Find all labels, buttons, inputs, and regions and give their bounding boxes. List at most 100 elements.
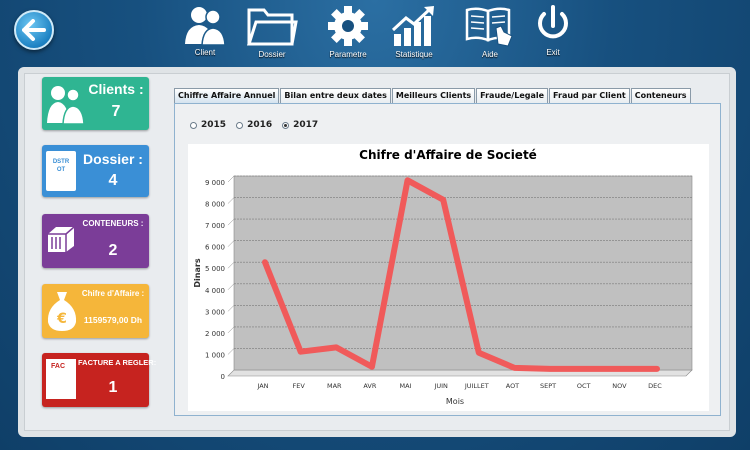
folder-icon [246,8,298,46]
y-tick-label: 3 000 [205,308,225,316]
y-tick-label: 8 000 [205,201,225,209]
grid-line-depth [227,218,235,226]
nav-exit-label: Exit [546,48,560,57]
tab-conteneurs[interactable]: Conteneurs [630,88,691,103]
card-clients-title: Clients : [88,81,144,97]
tab-chiffre-affaire-annuel[interactable]: Chiffre Affaire Annuel [174,88,280,103]
card-clients-value: 7 [111,103,121,120]
year-label: 2016 [247,120,273,130]
grid-line-depth [227,262,235,269]
card-dossier[interactable]: DSTR OT Dossier : 4 [42,145,149,197]
data-point [370,365,374,369]
year-radio-2017[interactable]: 2017 [282,120,318,130]
tab-bilan-deux-dates[interactable]: Bilan entre deux dates [280,88,391,103]
radio-dot-selected [282,121,290,129]
data-point [477,351,481,355]
x-tick-label: AVR [363,382,376,390]
user-group-icon [47,86,85,125]
card-dossier-title: Dossier : [83,151,143,167]
card-dossier-value: 4 [108,172,118,189]
nav-aide[interactable]: Aide [464,4,516,62]
nav-aide-label: Aide [481,50,498,59]
nav-parametre[interactable]: Parametre [326,4,370,62]
card-clients[interactable]: Clients : 7 [42,77,149,130]
x-tick-label: JUIN [433,382,448,390]
book-icon [465,7,513,47]
grid-line-depth [227,283,235,290]
grid-line-depth [227,305,235,312]
card-conteneurs-title: CONTENEURS : [82,219,144,228]
card-chiffre-value: 1159579,00 Dh [83,315,143,325]
nav-statistique-label: Statistique [395,50,433,59]
data-point [655,367,659,371]
grid-line-depth [227,348,235,355]
data-point [619,367,623,371]
chart-icon [391,6,434,46]
year-radio-2016[interactable]: 2016 [236,120,272,130]
nav-dossier[interactable]: Dossier [246,4,298,62]
x-tick-label: JUILLET [464,382,489,390]
gear-icon [328,6,368,46]
x-tick-label: FEV [292,382,305,390]
svg-text:€: € [56,311,67,327]
tab-fraude-legale[interactable]: Fraude/Legale [476,88,549,103]
power-icon [538,5,568,39]
data-point [512,366,516,370]
data-point [441,198,445,202]
grid-line-depth [227,240,235,247]
tab-bar: Chiffre Affaire Annuel Bilan entre deux … [174,88,692,103]
x-tick-label: MAI [400,382,412,390]
x-tick-label: SEPT [540,382,556,390]
tab-meilleurs-clients[interactable]: Meilleurs Clients [391,88,476,103]
y-tick-label: 6 000 [205,244,225,252]
nav-dossier-label: Dossier [258,50,286,59]
chart-title: Chifre d'Affaire de Societé [359,148,537,162]
data-point [334,345,338,349]
data-point [548,367,552,371]
grid-line-depth [227,197,235,204]
money-bag-icon: € [47,292,77,331]
line-chart: Chifre d'Affaire de Societé 0 1 000 2 000 3 … [193,148,693,406]
x-tick-label: AOT [506,382,519,390]
x-tick-label: MAR [327,382,342,390]
back-button[interactable] [14,10,54,50]
nav-client-label: Client [194,48,216,57]
card-facture[interactable]: FAC FACTURE A REGLER: 1 [42,353,157,407]
radio-dot [236,121,244,129]
y-tick-label: 9 000 [205,179,225,187]
grid-line-depth [227,326,235,334]
nav-exit[interactable]: Exit [534,4,572,62]
nav-client[interactable]: Client [180,4,230,62]
x-axis-label: Mois [446,397,464,406]
year-radio-2015[interactable]: 2015 [190,120,226,130]
y-tick-label: 0 [221,373,225,381]
card-facture-title: FACTURE A REGLER: [78,358,157,367]
y-axis-label: Dinars [193,258,202,287]
year-selector: 2015 2016 2017 [190,120,318,130]
tab-fraud-par-client[interactable]: Fraud par Client [549,88,630,103]
document-icon-text: DSTR OT [52,159,70,173]
x-tick-label: OCT [577,382,591,390]
data-point [584,367,588,371]
card-conteneurs-value: 2 [108,242,118,259]
y-tick-label: 7 000 [205,222,225,230]
y-tick-label: 5 000 [205,265,225,273]
card-chiffre-title: Chifre d'Affaire : [81,289,145,298]
card-conteneurs[interactable]: CONTENEURS : 2 [42,214,149,268]
x-tick-label: DEC [648,382,662,390]
nav-statistique[interactable]: Statistique [390,4,438,62]
container-icon [48,226,75,252]
data-point [406,178,410,182]
card-facture-value: 1 [108,379,118,396]
nav-parametre-label: Parametre [329,50,367,59]
invoice-icon: FAC [46,359,76,399]
year-label: 2017 [293,120,319,130]
tab-panel: 2015 2016 2017 Chifre d'Affaire de Socie… [174,103,721,416]
y-tick-label: 2 000 [205,330,225,338]
x-tick-label: NOV [612,382,627,390]
invoice-icon-text: FAC [51,363,65,370]
grid-line-depth [227,175,235,183]
card-chiffre-affaire[interactable]: € Chifre d'Affaire : 1159579,00 Dh [42,284,149,338]
chart-container: Chifre d'Affaire de Societé 0 1 000 2 000 3 … [188,144,709,411]
data-point [263,260,267,264]
